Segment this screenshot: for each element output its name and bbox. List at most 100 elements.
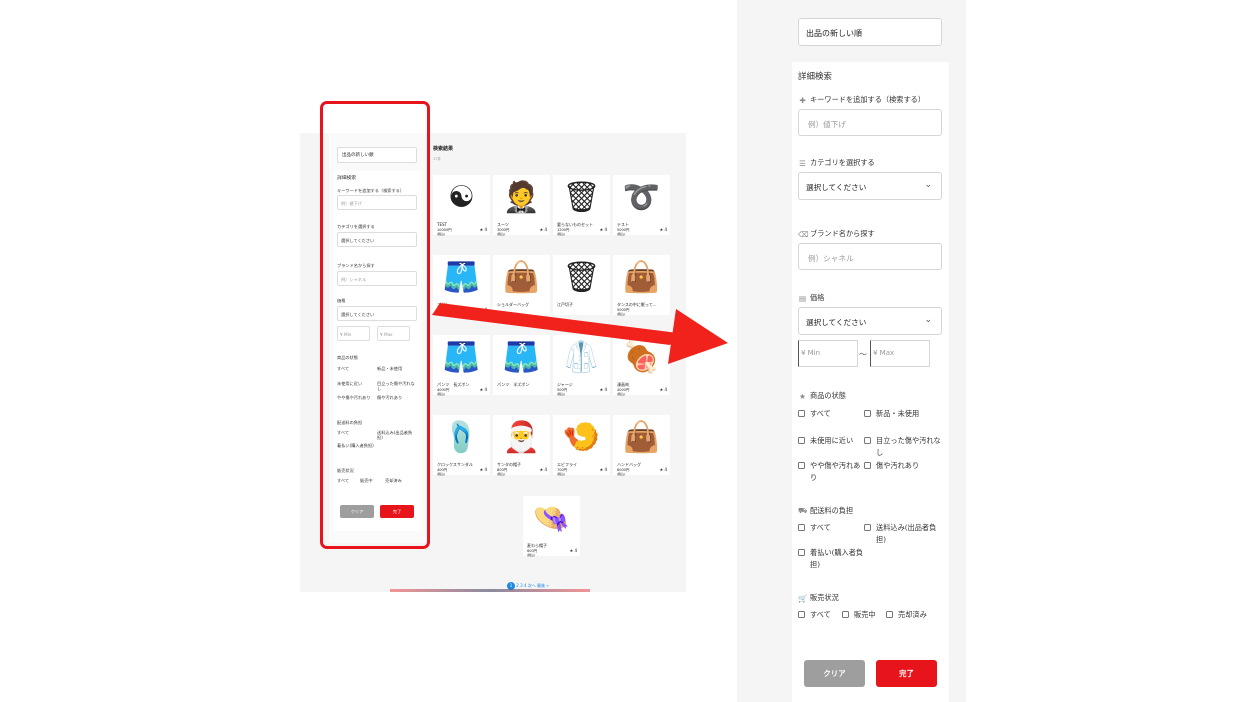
page-3-link[interactable]: 3 (520, 583, 523, 588)
page-2-link[interactable]: 2 (516, 583, 519, 588)
clear-button[interactable]: クリア (804, 660, 865, 687)
product-card[interactable]: 👜 ハンドバッグ 8000円 ★ 4 (税込) (613, 415, 670, 476)
product-card[interactable]: ☯ TEST 10000円 ★ 4 (税込) (433, 175, 490, 236)
shipping-all-checkbox[interactable]: すべて (798, 522, 831, 534)
price-max-input[interactable]: ¥ Max (870, 340, 930, 367)
condition-scratched-checkbox[interactable]: 傷や汚れあり (864, 460, 919, 472)
suit-icon: 🤵 (493, 175, 550, 219)
next-page-link[interactable]: 次へ (528, 583, 536, 588)
shipping-cod-checkbox[interactable]: 着払い(購入者負担) (798, 547, 864, 571)
condition-label: ★ 商品の状態 (799, 391, 846, 401)
jersey-icon: 🥼 (553, 335, 610, 379)
product-rating: ★ 4 (599, 467, 607, 472)
condition-like-new-checkbox[interactable]: 未使用に近い (798, 435, 853, 447)
product-rating: ★ 4 (569, 548, 577, 553)
condition-new-checkbox[interactable]: 新品・未使用 (864, 408, 919, 420)
advanced-search-panel: 詳細検索 ✚ キーワードを追加する（検索する） 例）値下げ ☰ カテゴリを選択する … (792, 62, 949, 702)
product-name: TEST (437, 222, 447, 227)
sales-status-label: 🛒 販売状況 (798, 593, 839, 603)
cart-icon: 🛒 (798, 593, 808, 603)
product-card[interactable]: 👜 ショルダーバッグ (493, 255, 550, 315)
straw-hat-icon: 👒 (523, 496, 580, 540)
list-icon: ☰ (799, 158, 806, 168)
product-rating: ★ 4 (599, 227, 607, 232)
annotated-screenshot: 出品の新しい順 詳細検索 キーワードを追加する（検索する） 例）値下げ カテゴリ… (0, 0, 1250, 702)
price-min-input[interactable]: ¥ Min (798, 340, 858, 367)
product-card[interactable]: 👜 タンスの中に眠って... 5000円 (税込) (613, 255, 670, 316)
product-tax-note: (税込) (617, 312, 626, 316)
product-card[interactable]: 🩳 ズボン 500円 ★ 4 (税込) (433, 255, 490, 316)
product-rating: ★ 4 (479, 227, 487, 232)
product-rating: ★ 4 (479, 467, 487, 472)
panel-title: 詳細検索 (798, 72, 833, 82)
sandal-icon: 🩴 (433, 415, 490, 459)
condition-all-checkbox[interactable]: すべて (798, 408, 831, 420)
product-card[interactable]: 🗑 江戸切子 (553, 255, 610, 315)
category-label: ☰ カテゴリを選択する (799, 158, 875, 168)
product-card[interactable]: 🎅 サンタの帽子 800円 ★ 4 (税込) (493, 415, 550, 476)
product-card[interactable]: 🩳 パンツ 半ズボン (493, 335, 550, 395)
product-tax-note: (税込) (617, 392, 626, 396)
zoomed-filter-sidebar: 出品の新しい順 詳細検索 ✚ キーワードを追加する（検索する） 例）値下げ ☰ カテ… (737, 0, 966, 702)
product-card[interactable]: 🍖 漫画肉 4000円 ★ 4 (税込) (613, 335, 670, 396)
product-name: 江戸切子 (557, 302, 573, 307)
coins-icon: ▤ (798, 293, 807, 303)
santa-hat-icon: 🎅 (493, 415, 550, 459)
sales-sold-checkbox[interactable]: 売却済み (886, 609, 927, 621)
product-tax-note: (税込) (437, 472, 446, 476)
product-rating: ★ 4 (659, 467, 667, 472)
product-tax-note: (税込) (557, 472, 566, 476)
product-card[interactable]: 🗑 要らないものセット 1200円 ★ 4 (税込) (553, 175, 610, 236)
condition-no-scratches-checkbox[interactable]: 目立った傷や汚れなし (864, 435, 944, 459)
sort-select[interactable]: 出品の新しい順 (798, 18, 942, 46)
thumb-bottom-strip (390, 589, 590, 592)
trash-bin-icon: 🗑 (553, 175, 610, 219)
product-rating: ★ 4 (479, 307, 487, 312)
trash-bin-icon: 🗑 (553, 255, 610, 299)
product-tax-note: (税込) (437, 392, 446, 396)
done-button[interactable]: 完了 (876, 660, 937, 687)
product-tax-note: (税込) (617, 232, 626, 236)
product-name: パンツ 半ズボン (497, 382, 530, 387)
product-name: ショルダーバッグ (497, 302, 529, 307)
meat-icon: 🍖 (613, 335, 670, 379)
brand-input[interactable]: 例）シャネル (798, 243, 942, 270)
product-tax-note: (税込) (557, 232, 566, 236)
product-rating: ★ 4 (599, 387, 607, 392)
plus-icon: ✚ (799, 95, 806, 105)
price-separator: 〜 (859, 350, 867, 359)
product-tax-note: (税込) (437, 232, 446, 236)
category-select[interactable]: 選択してください ⌄ (798, 172, 942, 200)
sales-on-sale-checkbox[interactable]: 販売中 (842, 609, 876, 621)
product-tax-note: (税込) (557, 392, 566, 396)
product-card[interactable]: 🥼 ジャージ 500円 ★ 4 (税込) (553, 335, 610, 396)
product-card[interactable]: 🩴 クロックスサンダル 400円 ★ 4 (税込) (433, 415, 490, 476)
yin-yang-icon: ☯ (433, 175, 490, 219)
results-title: 検索結果 (433, 146, 454, 152)
product-card[interactable]: 🩳 パンツ 長ズボン 4000円 ★ 4 (税込) (433, 335, 490, 396)
product-card[interactable]: 🍤 エビフライ 700円 ★ 4 (税込) (553, 415, 610, 476)
condition-some-scratches-checkbox[interactable]: やや傷や汚れあり (798, 460, 862, 484)
product-card[interactable]: 🤵 スーツ 3000円 ★ 4 (税込) (493, 175, 550, 236)
keyword-input[interactable]: 例）値下げ (798, 109, 942, 136)
product-card[interactable]: ➰ テスト 5000円 ★ 4 (税込) (613, 175, 670, 236)
product-rating: ★ 4 (539, 467, 547, 472)
belt-icon: ➰ (613, 175, 670, 219)
price-label: ▤ 価格 (798, 293, 825, 303)
fried-shrimp-icon: 🍤 (553, 415, 610, 459)
price-select[interactable]: 選択してください ⌄ (798, 307, 942, 335)
shorts-icon: 🩳 (433, 255, 490, 299)
product-tax-note: (税込) (497, 232, 506, 236)
shipping-included-checkbox[interactable]: 送料込み(出品者負担) (864, 522, 940, 546)
truck-icon: ⛟ (798, 506, 808, 515)
product-tax-note: (税込) (617, 472, 626, 476)
page-4-link[interactable]: 4 (524, 583, 527, 588)
product-rating: ★ 4 (659, 227, 667, 232)
brand-label: ⌫ ブランド名から探す (798, 229, 875, 239)
product-card[interactable]: 👒 麦わら帽子 600円 ★ 4 (税込) (523, 496, 580, 557)
last-page-link[interactable]: 最後 » (537, 583, 549, 588)
shipping-label: ⛟ 配送料の負担 (798, 506, 854, 515)
product-tax-note: (税込) (527, 553, 536, 557)
keyword-label: ✚ キーワードを追加する（検索する） (799, 95, 926, 105)
sales-all-checkbox[interactable]: すべて (798, 609, 831, 621)
